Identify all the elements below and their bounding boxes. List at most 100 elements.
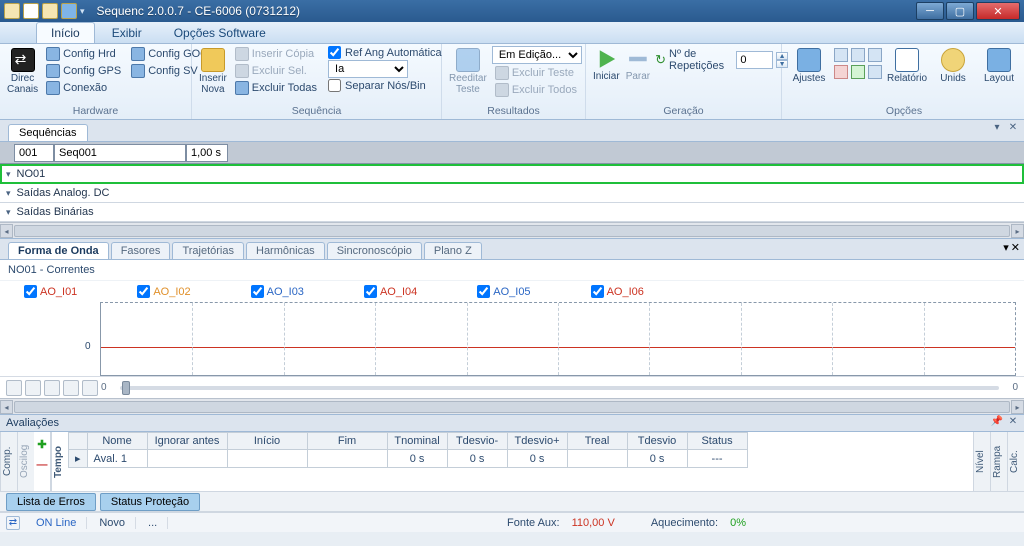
sidetab-nivel[interactable]: Nível	[973, 432, 990, 491]
inserir-nova-button[interactable]: Inserir Nova	[198, 46, 228, 97]
app-icon	[4, 3, 20, 19]
wave-dropdown-button[interactable]: ▾	[1003, 241, 1009, 254]
aval-pin-button[interactable]: 📌	[990, 416, 1004, 430]
accordion-saidas-bin[interactable]: ▾Saídas Binárias	[0, 203, 1024, 222]
opt5-icon[interactable]	[851, 65, 865, 79]
cursor-tool-3[interactable]	[44, 380, 60, 396]
em-edicao-select[interactable]: Em Edição...	[492, 46, 582, 64]
excluir-teste-button[interactable]: Excluir Teste	[492, 65, 582, 81]
opt6-icon[interactable]	[868, 65, 882, 79]
tab-trajetorias[interactable]: Trajetórias	[172, 242, 244, 259]
config-hrd-button[interactable]: Config Hrd	[43, 46, 124, 62]
chan-ao-i04-checkbox[interactable]	[364, 285, 377, 298]
ref-ang-select[interactable]: Ia	[328, 60, 408, 78]
chan-ao-i05-checkbox[interactable]	[477, 285, 490, 298]
fonte-aux-value: 110,00 V	[572, 517, 615, 529]
chan-ao-i01-checkbox[interactable]	[24, 285, 37, 298]
play-icon	[595, 48, 617, 70]
accordion-saidas-analog[interactable]: ▾Saídas Analog. DC	[0, 184, 1024, 203]
qat-open-icon[interactable]	[42, 3, 58, 19]
conexao-icon	[46, 81, 60, 95]
parar-button[interactable]: Parar	[625, 46, 651, 84]
sidetab-comp[interactable]: Comp.	[0, 432, 17, 491]
direc-canais-button[interactable]: Direc Canais	[6, 46, 39, 97]
conexao-button[interactable]: Conexão	[43, 80, 124, 96]
time-slider[interactable]	[120, 386, 1000, 390]
time-zero-right: 0	[1012, 382, 1018, 393]
tab-status-protecao[interactable]: Status Proteção	[100, 493, 200, 511]
seqpanel-dropdown-button[interactable]: ▾	[990, 122, 1004, 136]
seqpanel-close-button[interactable]: ✕	[1006, 122, 1020, 136]
sidetab-oscilog[interactable]: Oscilog	[17, 432, 34, 491]
group-geracao-label: Geração	[592, 105, 775, 119]
tab-exibir[interactable]: Exibir	[97, 22, 157, 43]
chevron-down-icon: ▾	[6, 188, 11, 199]
seq-name-input[interactable]	[54, 144, 186, 162]
window-minimize-button[interactable]: ─	[916, 2, 944, 20]
tab-opcoes-software[interactable]: Opções Software	[159, 22, 281, 43]
add-row-button[interactable]: ✚	[37, 438, 46, 451]
seq-duration-input[interactable]	[186, 144, 228, 162]
window-close-button[interactable]: ✕	[976, 2, 1020, 20]
chevron-down-icon: ▾	[6, 169, 11, 180]
sidetab-rampa[interactable]: Rampa	[990, 432, 1007, 491]
excluir-todas-button[interactable]: Excluir Todas	[232, 80, 320, 96]
opt4-icon[interactable]	[834, 65, 848, 79]
tab-sincronoscopio[interactable]: Sincronoscópio	[327, 242, 422, 259]
sequencias-tab[interactable]: Sequências	[8, 124, 88, 141]
separar-nos-checkbox[interactable]	[328, 79, 341, 92]
tab-lista-erros[interactable]: Lista de Erros	[6, 493, 96, 511]
cursor-tool-1[interactable]	[6, 380, 22, 396]
ajustes-button[interactable]: Ajustes	[788, 46, 830, 86]
accordion-no01[interactable]: ▾NO01	[0, 164, 1024, 184]
wave-header: NO01 - Correntes	[0, 260, 1024, 281]
inserir-copia-icon	[235, 47, 249, 61]
window-maximize-button[interactable]: ▢	[946, 2, 974, 20]
status-novo: Novo	[99, 517, 136, 529]
table-row[interactable]: ▸ Aval. 1 0 s 0 s 0 s 0 s ---	[69, 450, 748, 468]
seq-hscroll[interactable]: ◂▸	[0, 222, 1024, 238]
tab-plano-z[interactable]: Plano Z	[424, 242, 482, 259]
opt1-icon[interactable]	[834, 48, 848, 62]
cursor-tool-4[interactable]	[63, 380, 79, 396]
tab-forma-de-onda[interactable]: Forma de Onda	[8, 242, 109, 259]
layout-button[interactable]: Layout	[978, 46, 1020, 86]
opt3-icon[interactable]	[868, 48, 882, 62]
excluir-todos-button[interactable]: Excluir Todos	[492, 82, 582, 98]
sidetab-tempo[interactable]: Tempo	[51, 432, 68, 491]
unids-button[interactable]: Unids	[932, 46, 974, 86]
wave-close-button[interactable]: ✕	[1011, 241, 1020, 254]
remove-row-button[interactable]: —	[37, 459, 48, 471]
seq-index-input[interactable]	[14, 144, 54, 162]
tab-harmonicas[interactable]: Harmônicas	[246, 242, 325, 259]
chan-ao-i02-checkbox[interactable]	[137, 285, 150, 298]
fonte-aux-label: Fonte Aux:	[507, 517, 560, 529]
n-repeticoes-input[interactable]: 0	[736, 51, 773, 69]
cursor-tool-2[interactable]	[25, 380, 41, 396]
layout-icon	[987, 48, 1011, 72]
chan-ao-i03-checkbox[interactable]	[251, 285, 264, 298]
unids-icon	[941, 48, 965, 72]
opt2-icon[interactable]	[851, 48, 865, 62]
aquecimento-value: 0%	[730, 517, 746, 529]
time-zero-left: 0	[101, 382, 107, 393]
sidetab-calc[interactable]: Calc.	[1007, 432, 1024, 491]
wave-hscroll[interactable]: ◂▸	[0, 398, 1024, 414]
direc-canais-icon	[11, 48, 35, 72]
cursor-tool-5[interactable]	[82, 380, 98, 396]
tab-inicio[interactable]: Início	[36, 22, 95, 43]
chan-ao-i06-checkbox[interactable]	[591, 285, 604, 298]
tab-fasores[interactable]: Fasores	[111, 242, 171, 259]
relatorio-icon	[895, 48, 919, 72]
qat-new-icon[interactable]	[23, 3, 39, 19]
ref-ang-auto-checkbox[interactable]	[328, 46, 341, 59]
inserir-copia-button[interactable]: Inserir Cópia	[232, 46, 320, 62]
excluir-sel-button[interactable]: Excluir Sel.	[232, 63, 320, 79]
aquecimento-label: Aquecimento:	[651, 517, 718, 529]
config-gps-button[interactable]: Config GPS	[43, 63, 124, 79]
qat-save-icon[interactable]	[61, 3, 77, 19]
aval-close-button[interactable]: ✕	[1006, 416, 1020, 430]
relatorio-button[interactable]: Relatório	[886, 46, 928, 86]
iniciar-button[interactable]: Iniciar	[592, 46, 621, 84]
reeditar-teste-button[interactable]: Reeditar Teste	[448, 46, 488, 97]
